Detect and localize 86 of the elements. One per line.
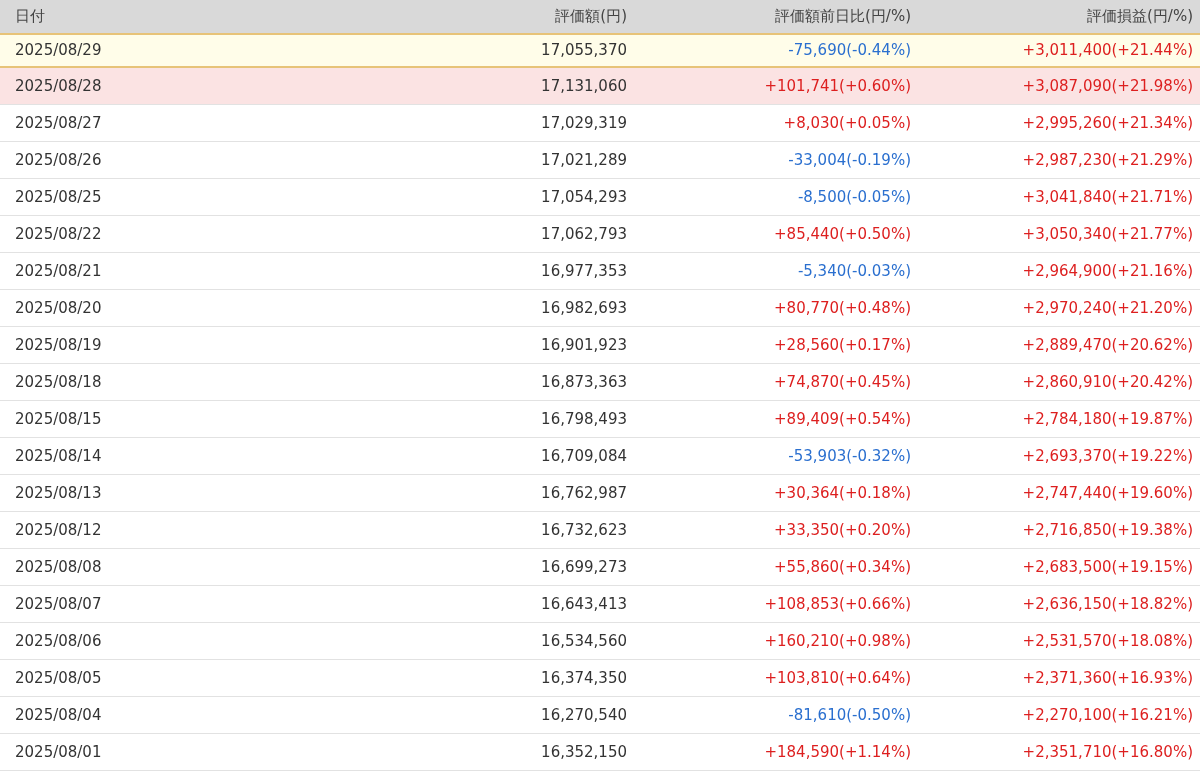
table-cell: 2025/08/14 bbox=[15, 446, 102, 465]
table-cell: +2,889,470(+20.62%) bbox=[1022, 335, 1193, 354]
table-cell: +33,350(+0.20%) bbox=[774, 520, 911, 539]
table-cell: +2,351,710(+16.80%) bbox=[1022, 742, 1193, 761]
table-cell: 17,131,060 bbox=[541, 76, 627, 95]
table-row[interactable]: 2025/08/28 17,131,060 +101,741(+0.60%) +3,087,090(+21.98%) bbox=[0, 68, 1200, 105]
table-cell: +2,747,440(+19.60%) bbox=[1022, 483, 1193, 502]
table-cell: -5,340(-0.03%) bbox=[797, 261, 911, 280]
table-cell: 2025/08/08 bbox=[15, 557, 102, 576]
table-cell: +108,853(+0.66%) bbox=[764, 594, 911, 613]
table-cell: -75,690(-0.44%) bbox=[788, 41, 911, 60]
table-cell: +160,210(+0.98%) bbox=[764, 631, 911, 650]
table-cell: +89,409(+0.54%) bbox=[774, 409, 911, 428]
table-cell: +85,440(+0.50%) bbox=[774, 224, 911, 243]
column-header: 評価損益(円/%) bbox=[1087, 7, 1193, 26]
table-cell: +103,810(+0.64%) bbox=[764, 668, 911, 687]
table-cell: 2025/08/07 bbox=[15, 594, 102, 613]
table-cell: 2025/08/01 bbox=[15, 742, 102, 761]
table-cell: 2025/08/19 bbox=[15, 335, 102, 354]
table-cell: 2025/08/28 bbox=[15, 76, 102, 95]
table-cell: 17,029,319 bbox=[541, 113, 627, 132]
table-cell: 16,534,560 bbox=[541, 631, 627, 650]
table-cell: 16,732,623 bbox=[541, 520, 627, 539]
table-cell: +2,964,900(+21.16%) bbox=[1022, 261, 1193, 280]
table-cell: 16,643,413 bbox=[541, 594, 627, 613]
table-cell: +30,364(+0.18%) bbox=[774, 483, 911, 502]
table-cell: +74,870(+0.45%) bbox=[774, 372, 911, 391]
table-cell: +80,770(+0.48%) bbox=[774, 298, 911, 317]
table-cell: +28,560(+0.17%) bbox=[774, 335, 911, 354]
table-cell: +55,860(+0.34%) bbox=[774, 557, 911, 576]
table-cell: +2,683,500(+19.15%) bbox=[1022, 557, 1193, 576]
table-cell: 16,977,353 bbox=[541, 261, 627, 280]
table-cell: +2,531,570(+18.08%) bbox=[1022, 631, 1193, 650]
table-cell: +101,741(+0.60%) bbox=[764, 76, 911, 95]
table-cell: 16,270,540 bbox=[541, 705, 627, 724]
table-cell: 2025/08/26 bbox=[15, 150, 102, 169]
table-cell: 2025/08/27 bbox=[15, 113, 102, 132]
table-cell: 2025/08/15 bbox=[15, 409, 102, 428]
table-cell: +184,590(+1.14%) bbox=[764, 742, 911, 761]
column-header: 日付 bbox=[15, 7, 45, 26]
table-cell: 16,982,693 bbox=[541, 298, 627, 317]
table-row[interactable]: 2025/08/29 17,055,370 -75,690(-0.44%) +3,011,400(+21.44%) bbox=[0, 33, 1200, 68]
table-cell: 17,021,289 bbox=[541, 150, 627, 169]
table-cell: -8,500(-0.05%) bbox=[797, 187, 911, 206]
table-cell: 2025/08/04 bbox=[15, 705, 102, 724]
table-cell: +8,030(+0.05%) bbox=[783, 113, 911, 132]
table-cell: 2025/08/22 bbox=[15, 224, 102, 243]
table-cell: 16,374,350 bbox=[541, 668, 627, 687]
table-cell: 2025/08/20 bbox=[15, 298, 102, 317]
table-cell: +3,087,090(+21.98%) bbox=[1022, 76, 1193, 95]
table-cell: +2,784,180(+19.87%) bbox=[1022, 409, 1193, 428]
table-cell: 16,901,923 bbox=[541, 335, 627, 354]
table-cell: -33,004(-0.19%) bbox=[788, 150, 911, 169]
table-cell: 2025/08/29 bbox=[15, 41, 102, 60]
table-cell: +3,041,840(+21.71%) bbox=[1022, 187, 1193, 206]
table-cell: 2025/08/05 bbox=[15, 668, 102, 687]
table-cell: 16,699,273 bbox=[541, 557, 627, 576]
table-cell: 17,062,793 bbox=[541, 224, 627, 243]
table-cell: 2025/08/06 bbox=[15, 631, 102, 650]
table-cell: +2,716,850(+19.38%) bbox=[1022, 520, 1193, 539]
table-cell: 16,762,987 bbox=[541, 483, 627, 502]
table-cell: +2,636,150(+18.82%) bbox=[1022, 594, 1193, 613]
table-cell: +2,270,100(+16.21%) bbox=[1022, 705, 1193, 724]
table-cell: +3,050,340(+21.77%) bbox=[1022, 224, 1193, 243]
table-cell: 2025/08/25 bbox=[15, 187, 102, 206]
table-cell: +3,011,400(+21.44%) bbox=[1022, 41, 1193, 60]
table-cell: +2,693,370(+19.22%) bbox=[1022, 446, 1193, 465]
table-cell: 16,798,493 bbox=[541, 409, 627, 428]
table-cell: +2,970,240(+21.20%) bbox=[1022, 298, 1193, 317]
column-header: 評価額前日比(円/%) bbox=[775, 7, 911, 26]
table-cell: 17,054,293 bbox=[541, 187, 627, 206]
table-cell: +2,995,260(+21.34%) bbox=[1022, 113, 1193, 132]
table-cell: +2,860,910(+20.42%) bbox=[1022, 372, 1193, 391]
table-cell: 16,352,150 bbox=[541, 742, 627, 761]
table-cell: 2025/08/21 bbox=[15, 261, 102, 280]
table-cell: -81,610(-0.50%) bbox=[788, 705, 911, 724]
table-cell: 2025/08/13 bbox=[15, 483, 102, 502]
table-cell: 2025/08/12 bbox=[15, 520, 102, 539]
table-cell: 17,055,370 bbox=[541, 41, 627, 60]
table-cell: 16,873,363 bbox=[541, 372, 627, 391]
table-cell: +2,371,360(+16.93%) bbox=[1022, 668, 1193, 687]
table-cell: 2025/08/18 bbox=[15, 372, 102, 391]
column-header: 評価額(円) bbox=[555, 7, 627, 26]
table-cell: -53,903(-0.32%) bbox=[788, 446, 911, 465]
table-cell: 16,709,084 bbox=[541, 446, 627, 465]
table-cell: +2,987,230(+21.29%) bbox=[1022, 150, 1193, 169]
